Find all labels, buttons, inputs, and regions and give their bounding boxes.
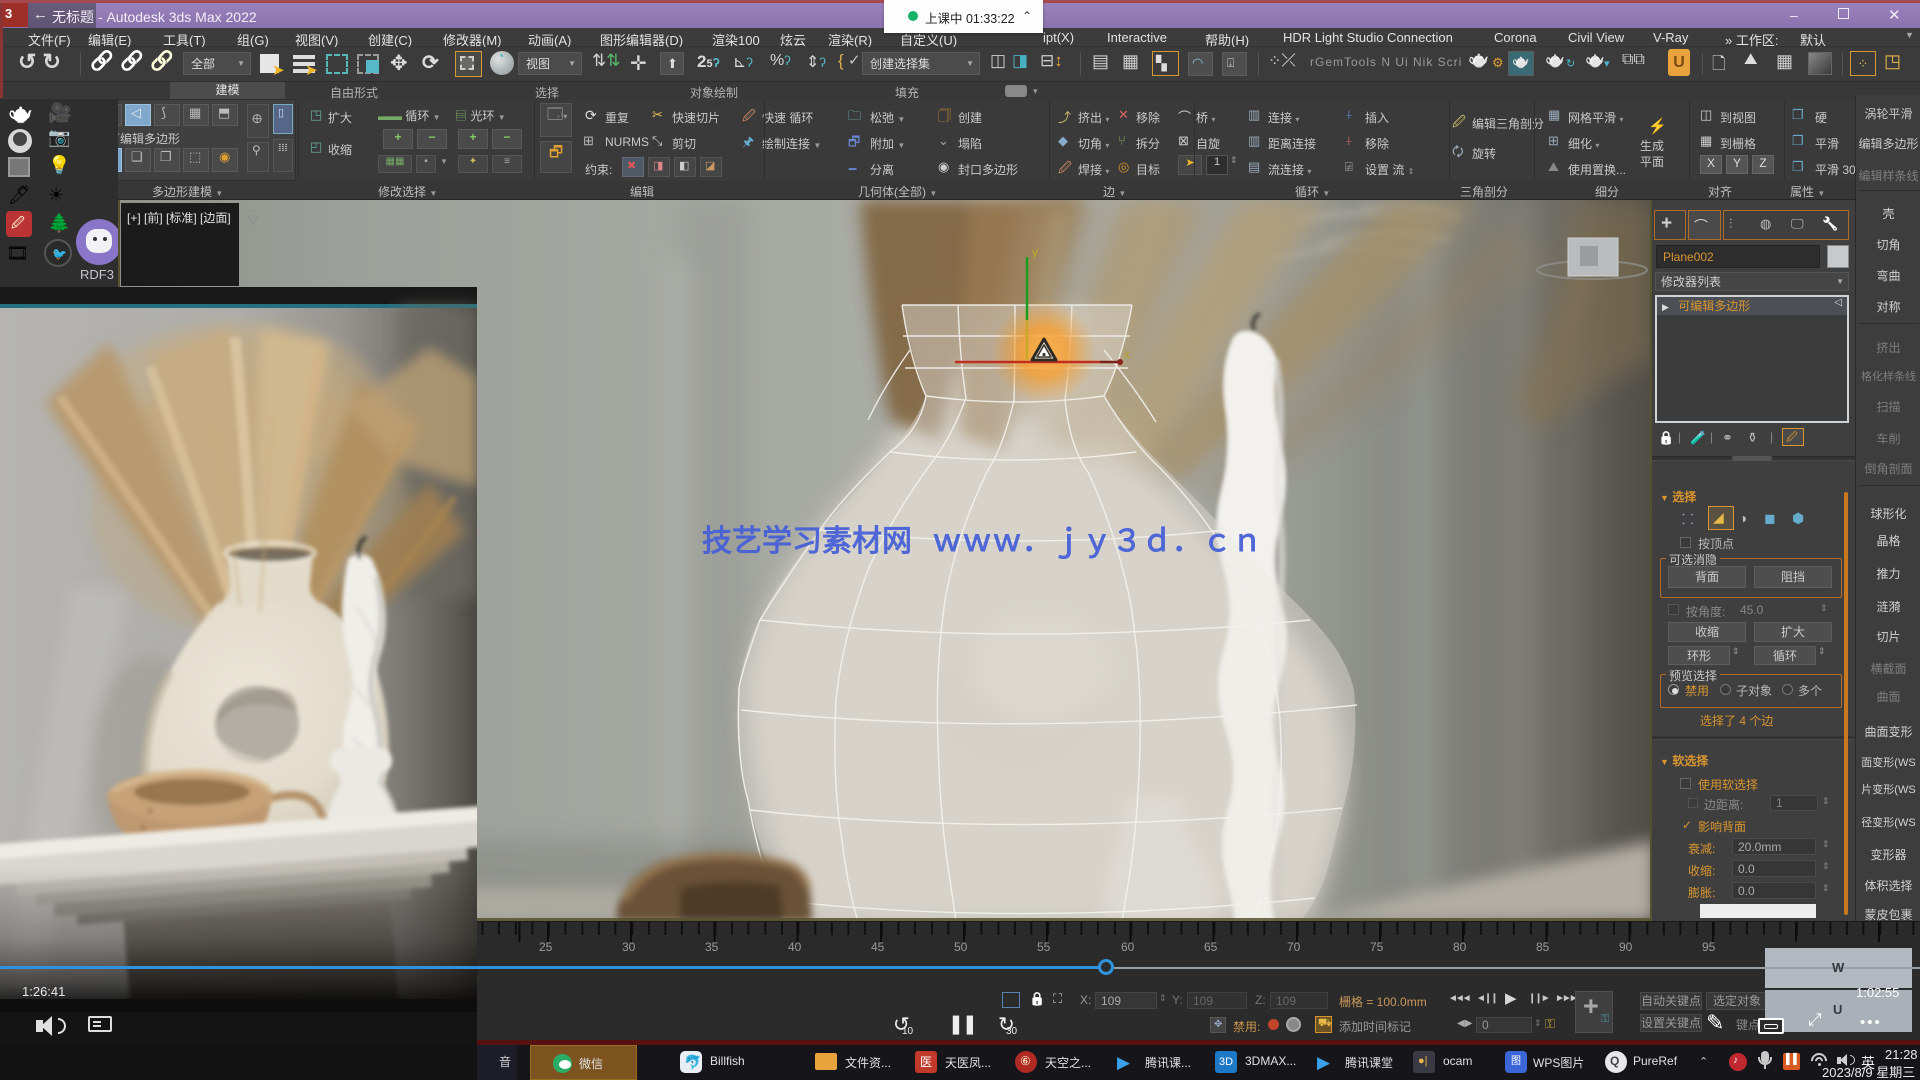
svg-text:y: y bbox=[1032, 245, 1038, 259]
svg-text:[+] [前] [标准] [边面]: [+] [前] [标准] [边面] bbox=[127, 210, 231, 225]
svg-text:▽: ▽ bbox=[248, 212, 258, 227]
svg-text:x: x bbox=[1124, 347, 1130, 361]
svg-text:ｗｗｗ．ｊｙ３ｄ．ｃｎ: ｗｗｗ．ｊｙ３ｄ．ｃｎ bbox=[932, 525, 1262, 559]
svg-text:技艺学习素材网: 技艺学习素材网 bbox=[702, 524, 912, 558]
